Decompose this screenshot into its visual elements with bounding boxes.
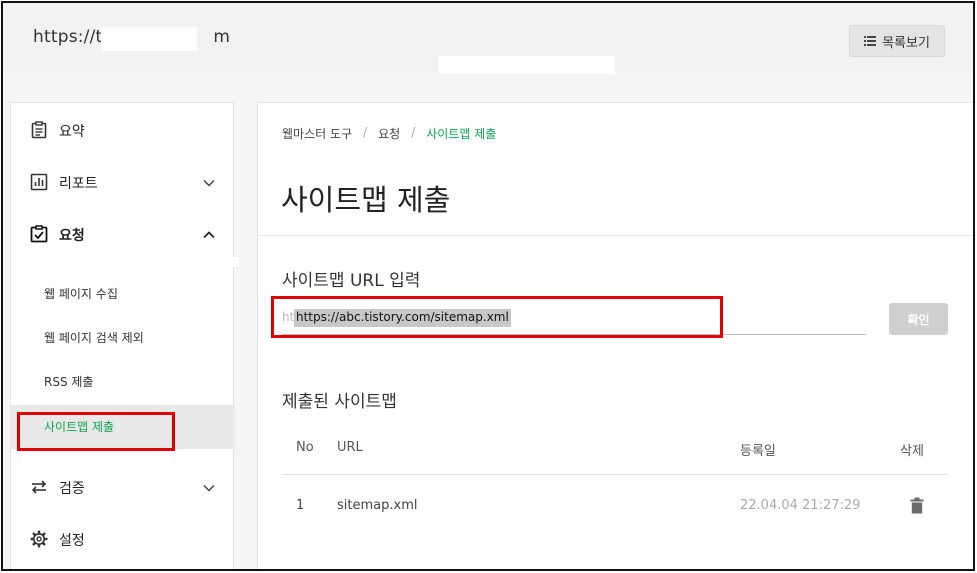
top-bar: https://t m 목록보기 [3, 3, 973, 74]
sidebar-item-verify[interactable]: 검증 [11, 476, 235, 498]
redacted-url-part [101, 27, 197, 51]
highlight-box-url [271, 296, 723, 338]
sidebar-subitem-page-collect[interactable]: 웹 페이지 수집 [11, 285, 235, 303]
page-title: 사이트맵 제출 [281, 183, 451, 217]
sidebar-item-report[interactable]: 리포트 [11, 171, 235, 193]
sidebar-item-label: 검증 [59, 481, 85, 497]
list-view-label: 목록보기 [882, 34, 930, 50]
table-header-date: 등록일 [740, 444, 776, 459]
row-no: 1 [296, 498, 305, 513]
sidebar-subitem-label: 웹 페이지 검색 제외 [44, 331, 144, 345]
chevron-up-icon [203, 231, 215, 239]
trash-icon[interactable] [910, 497, 924, 514]
table-header-url: URL [337, 440, 363, 455]
row-url[interactable]: sitemap.xml [337, 498, 417, 513]
clipboard-check-icon [30, 225, 48, 243]
list-icon [864, 36, 877, 46]
clipboard-list-icon [31, 121, 47, 139]
sidebar-item-label: 설정 [59, 533, 85, 549]
redacted-spot [227, 257, 239, 267]
site-url-prefix: https://t [33, 27, 103, 47]
sidebar-item-settings[interactable]: 설정 [11, 528, 235, 550]
confirm-button[interactable]: 확인 [889, 303, 948, 335]
sidebar-subitem-page-exclude[interactable]: 웹 페이지 검색 제외 [11, 329, 235, 347]
redacted-bar [439, 56, 615, 74]
sidebar-item-label: 요약 [59, 124, 85, 140]
submitted-sitemaps-title: 제출된 사이트맵 [282, 392, 397, 412]
sidebar-subitem-label: 웹 페이지 수집 [44, 287, 118, 301]
row-date: 22.04.04 21:27:29 [740, 498, 861, 513]
browser-frame: https://t m 목록보기 요약 리포트 요청 웹 페이지 수집 웹 페이… [1, 1, 975, 571]
site-url-suffix: m [213, 27, 231, 47]
swap-arrows-icon [31, 480, 47, 494]
table-header-delete: 삭제 [900, 444, 924, 459]
breadcrumb: 웹마스터 도구 / 요청 / 사이트맵 제출 [282, 125, 496, 142]
sidebar-item-summary[interactable]: 요약 [11, 119, 235, 141]
breadcrumb-item[interactable]: 웹마스터 도구 [282, 125, 352, 142]
sidebar: 요약 리포트 요청 웹 페이지 수집 웹 페이지 검색 제외 RSS 제출 사이… [10, 102, 235, 569]
main-panel: 웹마스터 도구 / 요청 / 사이트맵 제출 사이트맵 제출 사이트맵 URL … [257, 102, 973, 569]
sidebar-item-label: 요청 [59, 228, 85, 244]
table-header-divider [282, 474, 948, 475]
section-divider [258, 235, 973, 236]
breadcrumb-current: 사이트맵 제출 [426, 127, 497, 141]
bar-chart-icon [30, 173, 48, 191]
table-header-no: No [296, 440, 314, 455]
highlight-box-sidebar [17, 412, 175, 451]
list-view-button[interactable]: 목록보기 [849, 25, 945, 57]
chevron-down-icon [203, 484, 215, 492]
chevron-down-icon [203, 179, 215, 187]
sidebar-item-label: 리포트 [59, 176, 98, 192]
gear-icon [30, 530, 48, 548]
breadcrumb-item[interactable]: 요청 [378, 125, 400, 142]
url-section-title: 사이트맵 URL 입력 [282, 271, 421, 291]
sidebar-subitem-rss[interactable]: RSS 제출 [11, 373, 235, 391]
sidebar-subitem-label: RSS 제출 [44, 375, 94, 389]
sidebar-item-request[interactable]: 요청 [11, 223, 235, 245]
breadcrumb-separator: / [411, 125, 416, 139]
breadcrumb-separator: / [363, 125, 368, 139]
